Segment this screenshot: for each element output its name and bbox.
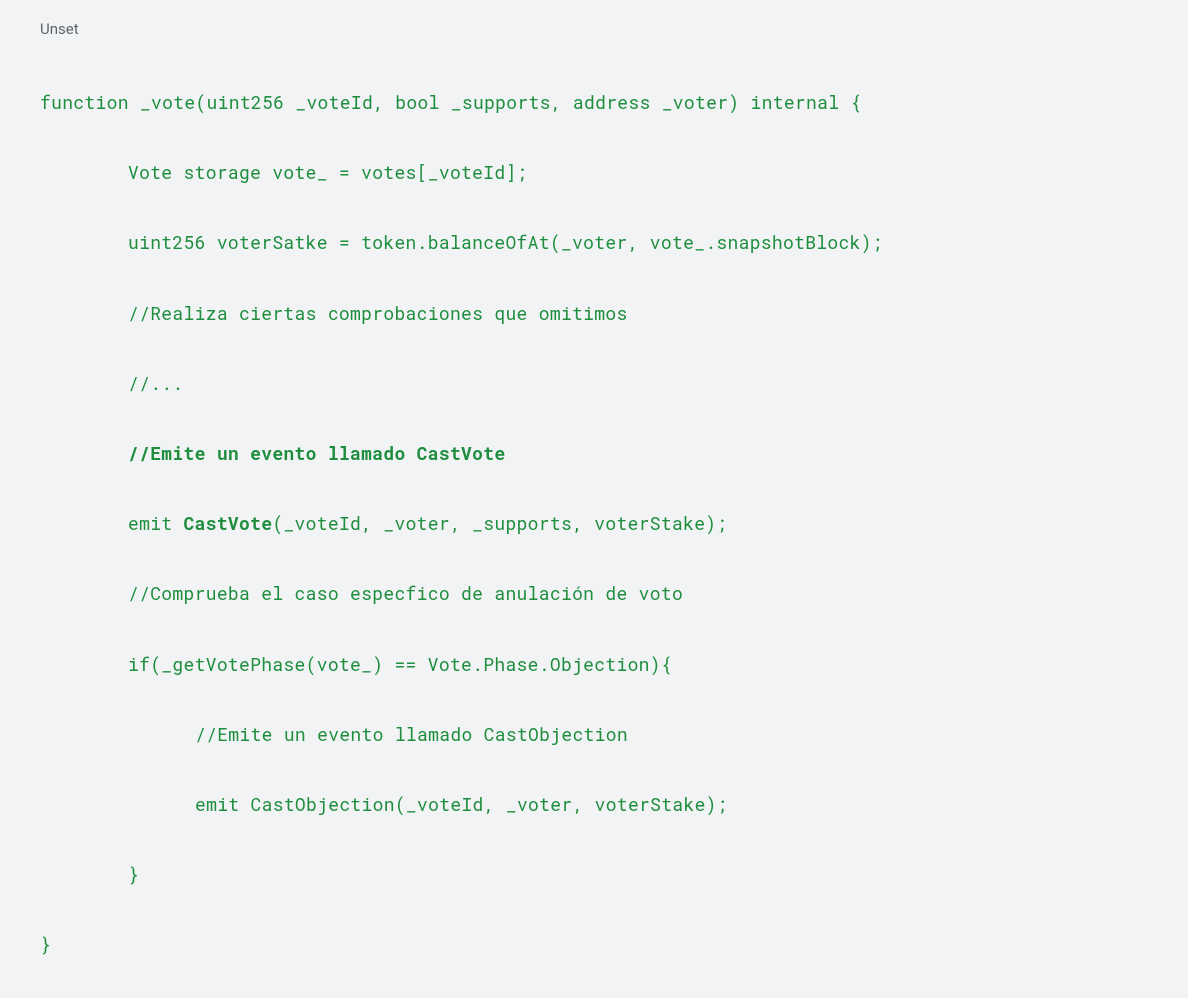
code-text: emit bbox=[128, 511, 184, 535]
code-line: //Emite un evento llamado CastObjection bbox=[40, 717, 1148, 752]
code-block: function _vote(uint256 _voteId, bool _su… bbox=[40, 50, 1148, 998]
code-line-bold: //Emite un evento llamado CastVote bbox=[40, 436, 1148, 471]
code-line: function _vote(uint256 _voteId, bool _su… bbox=[40, 85, 1148, 120]
code-line: uint256 voterSatke = token.balanceOfAt(_… bbox=[40, 225, 1148, 260]
code-label: Unset bbox=[40, 20, 1148, 38]
code-line: emit CastVote(_voteId, _voter, _supports… bbox=[40, 506, 1148, 541]
code-line: } bbox=[40, 927, 1148, 962]
code-line: if(_getVotePhase(vote_) == Vote.Phase.Ob… bbox=[40, 647, 1148, 682]
code-line: //Realiza ciertas comprobaciones que omi… bbox=[40, 296, 1148, 331]
code-line: //... bbox=[40, 366, 1148, 401]
code-line: //Comprueba el caso especfico de anulaci… bbox=[40, 576, 1148, 611]
code-text: (_voteId, _voter, _supports, voterStake)… bbox=[272, 511, 727, 535]
code-line: } bbox=[40, 857, 1148, 892]
code-text-bold: CastVote bbox=[184, 511, 273, 535]
code-line: Vote storage vote_ = votes[_voteId]; bbox=[40, 155, 1148, 190]
code-line: emit CastObjection(_voteId, _voter, vote… bbox=[40, 787, 1148, 822]
